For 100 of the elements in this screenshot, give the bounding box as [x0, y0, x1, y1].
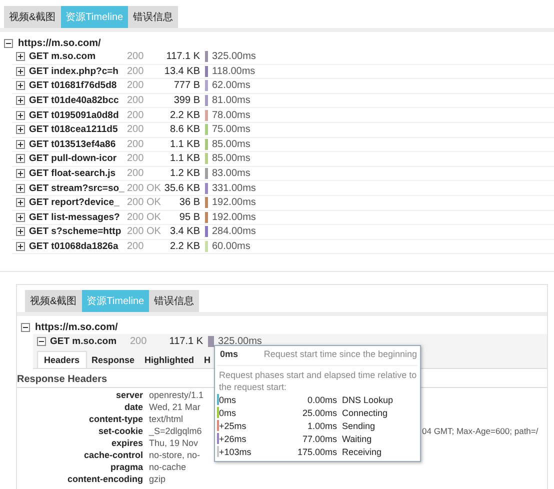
- header-value: Thu, 19 Nov: [149, 437, 198, 449]
- tab[interactable]: 视频&截图: [4, 6, 61, 28]
- request-name[interactable]: GET pull-down-icor: [29, 153, 127, 164]
- phase-duration: 1.00ms: [306, 420, 337, 430]
- header-name: cache-control: [82, 449, 143, 461]
- response-size: 399 B: [172, 95, 200, 106]
- phase-name: DNS Lookup: [342, 394, 394, 404]
- expand-icon[interactable]: [16, 96, 25, 106]
- response-size: 777 B: [172, 80, 200, 92]
- request-name[interactable]: GET m.so.com: [50, 336, 130, 347]
- expand-icon[interactable]: [16, 52, 25, 62]
- tab[interactable]: 错误信息: [128, 6, 178, 28]
- request-name[interactable]: GET index.php?c=h: [29, 66, 127, 77]
- duration: 78.00ms: [212, 110, 250, 121]
- header-name: server: [114, 389, 143, 401]
- status-code: 200: [130, 336, 148, 347]
- status-code: 200 OK: [127, 197, 160, 208]
- tab[interactable]: 错误信息: [149, 290, 200, 312]
- request-name[interactable]: GET stream?src=so_: [29, 182, 127, 194]
- header-value: 04 GMT; Max-Age=600; path=/: [422, 425, 538, 437]
- collapse-icon[interactable]: [37, 337, 46, 346]
- status-code: 200: [127, 66, 145, 77]
- phase-offset: +103ms: [219, 446, 252, 456]
- request-name[interactable]: GET float-search.js: [29, 168, 127, 180]
- duration: 85.00ms: [212, 153, 250, 164]
- response-size: 1.1 KB: [168, 138, 200, 150]
- request-name[interactable]: GET m.so.com: [29, 51, 127, 62]
- request-name[interactable]: GET t01de40a82bcc: [29, 95, 127, 106]
- phase-duration: 25.00ms: [301, 408, 337, 418]
- request-name[interactable]: GET s?scheme=http: [29, 226, 127, 238]
- header-name: pragma: [109, 461, 143, 473]
- expand-icon[interactable]: [16, 110, 25, 120]
- response-size: 2.2 KB: [168, 110, 200, 121]
- status-code: 200 OK: [127, 226, 160, 238]
- tab[interactable]: 视频&截图: [25, 290, 82, 312]
- header-value: openresty/1.1: [149, 389, 204, 401]
- duration: 62.00ms: [212, 80, 250, 92]
- status-code: 200: [127, 168, 145, 180]
- detail-tab[interactable]: Highlighted: [140, 351, 200, 368]
- response-size: 2.2 KB: [168, 241, 200, 252]
- expand-icon[interactable]: [16, 184, 25, 193]
- tree-root-label: https://m.so.com/: [18, 38, 101, 49]
- request-name[interactable]: GET t01681f76d5d8: [29, 80, 127, 92]
- collapse-icon[interactable]: [21, 323, 30, 332]
- request-name[interactable]: GET report?device_: [29, 197, 127, 208]
- response-size: 117.1 K: [165, 51, 200, 62]
- duration: 75.00ms: [212, 124, 250, 136]
- expand-icon[interactable]: [16, 140, 25, 149]
- duration: 118.00ms: [212, 66, 256, 77]
- request-name[interactable]: GET t018cea1211d5: [29, 124, 127, 136]
- status-code: 200: [127, 80, 145, 92]
- duration: 60.00ms: [212, 241, 250, 252]
- header-value: no-cache: [149, 461, 186, 473]
- header-value: Wed, 21 Mar: [149, 401, 200, 413]
- response-size: 35.6 KB: [163, 182, 200, 194]
- collapse-icon[interactable]: [4, 39, 13, 48]
- phase-name: Sending: [342, 420, 376, 430]
- expand-icon[interactable]: [16, 198, 25, 208]
- expand-icon[interactable]: [16, 66, 25, 76]
- expand-icon[interactable]: [16, 125, 25, 134]
- header-name: expires: [110, 437, 143, 449]
- response-size: 1.1 KB: [168, 153, 200, 164]
- response-size: 117.1 K: [168, 336, 203, 347]
- header-name: set-cookie: [97, 425, 143, 437]
- expand-icon[interactable]: [16, 169, 25, 178]
- phase-name: Receiving: [342, 446, 382, 456]
- duration: 85.00ms: [212, 138, 250, 150]
- status-code: 200: [127, 138, 145, 150]
- detail-tab[interactable]: H: [199, 351, 216, 368]
- duration: 81.00ms: [212, 95, 250, 106]
- duration: 331.00ms: [212, 182, 256, 194]
- phase-offset: 0ms: [219, 408, 238, 418]
- expand-icon[interactable]: [16, 81, 25, 90]
- expand-icon[interactable]: [16, 242, 25, 252]
- phase-duration: 175.00ms: [296, 446, 337, 456]
- status-code: 200: [127, 110, 145, 121]
- response-size: 95 B: [178, 212, 200, 223]
- phase-name: Waiting: [342, 434, 372, 444]
- request-name[interactable]: GET list-messages?: [29, 212, 127, 223]
- duration: 284.00ms: [212, 226, 256, 238]
- request-name[interactable]: GET t0195091a0d8d: [29, 110, 127, 121]
- header-name: content-encoding: [66, 473, 143, 485]
- expand-icon[interactable]: [16, 227, 25, 236]
- request-name[interactable]: GET t013513ef4a86: [29, 138, 127, 150]
- response-size: 13.4 KB: [163, 66, 200, 77]
- phase-offset: 0ms: [219, 394, 238, 404]
- response-size: 8.6 KB: [168, 124, 200, 136]
- phase-duration: 0.00ms: [306, 394, 337, 404]
- header-value: no-store, no-: [149, 449, 200, 461]
- request-name[interactable]: GET t01068da1826a: [29, 241, 127, 252]
- expand-icon[interactable]: [16, 154, 25, 164]
- phase-offset: +25ms: [219, 420, 248, 430]
- status-code: 200: [127, 124, 145, 136]
- tooltip-text: Request start time since the beginning: [264, 349, 417, 359]
- detail-tab[interactable]: Headers: [37, 351, 87, 368]
- detail-tab[interactable]: Response: [86, 351, 140, 368]
- start-time: 0ms: [220, 349, 238, 359]
- header-value: _S=2dlgqlm6: [149, 425, 202, 437]
- response-size: 3.4 KB: [168, 226, 200, 238]
- expand-icon[interactable]: [16, 212, 25, 222]
